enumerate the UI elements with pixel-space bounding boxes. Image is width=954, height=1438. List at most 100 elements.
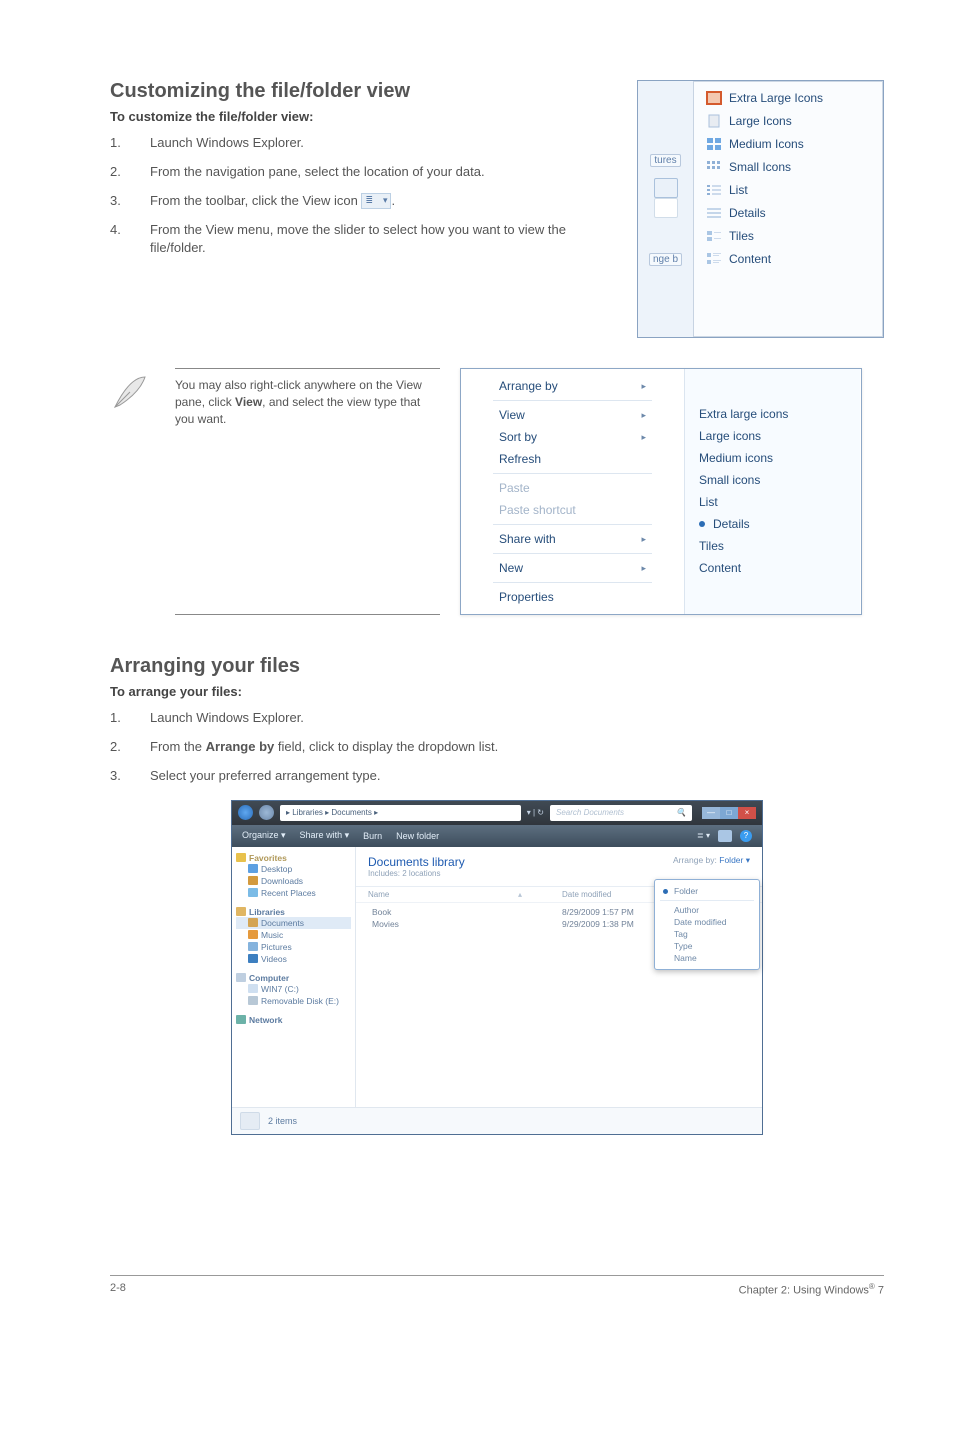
vs-label: Details — [729, 206, 766, 220]
submenu-arrow-icon: ▸ — [641, 534, 646, 545]
step-body: Launch Windows Explorer. — [150, 709, 884, 728]
ctx-sub-extra-large[interactable]: Extra large icons — [685, 403, 860, 425]
step-body: From the View menu, move the slider to s… — [150, 221, 607, 259]
close-button[interactable]: × — [738, 807, 756, 819]
context-menu-figure: Arrange by▸ View▸ Sort by▸ Refresh Paste… — [460, 368, 862, 615]
ctx-refresh[interactable]: Refresh — [485, 448, 660, 470]
vs-item-list[interactable]: List — [706, 183, 871, 197]
vs-item-extra-large[interactable]: Extra Large Icons — [706, 91, 871, 105]
library-subtitle[interactable]: Includes: 2 locations — [368, 869, 465, 878]
dd-name[interactable]: Name — [660, 952, 754, 964]
arrange-label: Arrange by: — [673, 855, 717, 865]
nav-desktop[interactable]: Desktop — [236, 863, 351, 875]
vs-item-content[interactable]: Content — [706, 252, 871, 266]
status-icon — [240, 1112, 260, 1130]
submenu-arrow-icon: ▸ — [641, 432, 646, 443]
step-text: From the — [150, 739, 206, 754]
nav-removable[interactable]: Removable Disk (E:) — [236, 995, 351, 1007]
ctx-properties[interactable]: Properties — [485, 586, 660, 608]
dd-tag[interactable]: Tag — [660, 928, 754, 940]
view-dropdown-icon — [361, 193, 391, 209]
view-slider-track: tures nge b — [638, 81, 694, 337]
vs-item-small[interactable]: Small Icons — [706, 160, 871, 174]
submenu-arrow-icon: ▸ — [641, 563, 646, 574]
search-box[interactable]: Search Documents🔍 — [550, 805, 692, 821]
medium-icon — [706, 137, 722, 151]
nav-music[interactable]: Music — [236, 929, 351, 941]
nav-favorites[interactable]: Favorites — [236, 853, 351, 863]
tb-new-folder[interactable]: New folder — [396, 831, 439, 841]
ctx-sub-tiles[interactable]: Tiles — [685, 535, 860, 557]
small-icon — [706, 160, 722, 174]
col-name[interactable]: Name — [368, 890, 558, 899]
preview-pane-button[interactable] — [718, 830, 732, 842]
tb-burn[interactable]: Burn — [363, 831, 382, 841]
ctx-sub-details[interactable]: Details — [685, 513, 860, 535]
nav-videos[interactable]: Videos — [236, 953, 351, 965]
ctx-arrange-by[interactable]: Arrange by▸ — [485, 375, 660, 397]
nav-pictures[interactable]: Pictures — [236, 941, 351, 953]
nav-network[interactable]: Network — [236, 1015, 351, 1025]
step-body: From the Arrange by field, click to disp… — [150, 738, 884, 757]
ctx-sub-content[interactable]: Content — [685, 557, 860, 579]
vs-item-large[interactable]: Large Icons — [706, 114, 871, 128]
vs-item-tiles[interactable]: Tiles — [706, 229, 871, 243]
ctx-sub-list[interactable]: List — [685, 491, 860, 513]
section1-subheading: To customize the file/folder view: — [110, 109, 607, 124]
ctx-view[interactable]: View▸ — [485, 404, 660, 426]
vs-item-medium[interactable]: Medium Icons — [706, 137, 871, 151]
dd-type[interactable]: Type — [660, 940, 754, 952]
tb-share-with[interactable]: Share with ▾ — [300, 830, 350, 841]
nav-downloads[interactable]: Downloads — [236, 875, 351, 887]
selected-bullet-icon — [699, 521, 705, 527]
ctx-sort-by[interactable]: Sort by▸ — [485, 426, 660, 448]
ctx-label: New — [499, 561, 523, 575]
network-icon — [236, 1015, 246, 1024]
section1-steps: 1.Launch Windows Explorer. 2.From the na… — [110, 134, 607, 258]
nav-c-drive[interactable]: WIN7 (C:) — [236, 983, 351, 995]
view-mode-button[interactable]: ≣ ▾ — [697, 831, 710, 840]
ctx-label: Paste — [499, 481, 530, 495]
nav-computer[interactable]: Computer — [236, 973, 351, 983]
dd-date-modified[interactable]: Date modified — [660, 916, 754, 928]
explorer-toolbar: Organize ▾ Share with ▾ Burn New folder … — [232, 825, 762, 847]
ctx-label: Tiles — [699, 539, 724, 553]
address-dropdown-icon[interactable]: ▾ | ↻ — [527, 808, 544, 817]
ctx-new[interactable]: New ▸ — [485, 557, 660, 579]
library-title: Documents library — [368, 855, 465, 869]
window-buttons: — □ × — [702, 807, 756, 819]
ctx-label: Share with — [499, 532, 556, 546]
minimize-button[interactable]: — — [702, 807, 720, 819]
help-button[interactable]: ? — [740, 830, 752, 842]
dd-folder[interactable]: Folder — [660, 885, 754, 897]
vs-item-details[interactable]: Details — [706, 206, 871, 220]
forward-button[interactable] — [259, 805, 274, 820]
step-text: field, click to display the dropdown lis… — [274, 739, 498, 754]
details-icon — [706, 206, 722, 220]
arrange-by: Arrange by: Folder ▾ — [673, 855, 750, 866]
ctx-sub-large[interactable]: Large icons — [685, 425, 860, 447]
address-bar[interactable]: ▸ Libraries ▸ Documents ▸ — [280, 805, 521, 821]
dd-author[interactable]: Author — [660, 904, 754, 916]
nav-documents[interactable]: Documents — [236, 917, 351, 929]
submenu-arrow-icon: ▸ — [641, 381, 646, 392]
back-button[interactable] — [238, 805, 253, 820]
step-num: 2. — [110, 163, 150, 182]
arrange-by-link[interactable]: Folder ▾ — [719, 855, 750, 865]
ctx-label: Paste shortcut — [499, 503, 576, 517]
tb-organize[interactable]: Organize ▾ — [242, 830, 286, 841]
vs-label-tures: tures — [650, 154, 680, 167]
ctx-sub-medium[interactable]: Medium icons — [685, 447, 860, 469]
ctx-share-with[interactable]: Share with ▸ — [485, 528, 660, 550]
nav-recent[interactable]: Recent Places — [236, 887, 351, 899]
slider-track-midicon — [654, 178, 678, 198]
ctx-sub-small[interactable]: Small icons — [685, 469, 860, 491]
maximize-button[interactable]: □ — [720, 807, 738, 819]
nav-libraries[interactable]: Libraries — [236, 907, 351, 917]
submenu-arrow-icon: ▸ — [641, 410, 646, 421]
ctx-paste-shortcut: Paste shortcut — [485, 499, 660, 521]
ctx-label: Refresh — [499, 452, 541, 466]
section2-subheading: To arrange your files: — [110, 684, 884, 699]
chapter-label: Chapter 2: Using Windows® 7 — [739, 1282, 884, 1297]
ctx-label: Extra large icons — [699, 407, 788, 421]
